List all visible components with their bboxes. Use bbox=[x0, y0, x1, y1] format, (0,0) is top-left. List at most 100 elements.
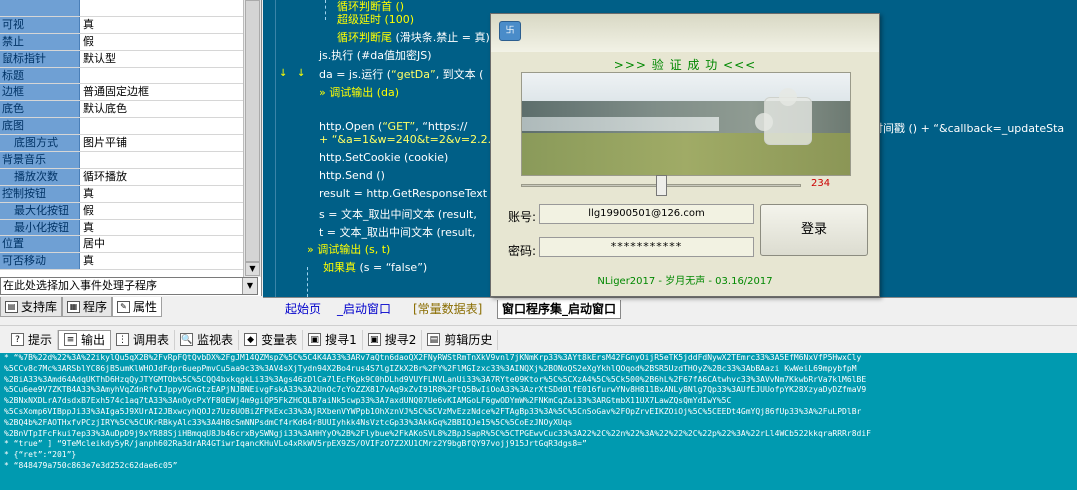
code-line[interactable]: http.SetCookie (cookie) bbox=[319, 151, 448, 171]
property-row[interactable]: 边框 普通固定边框 bbox=[0, 84, 243, 102]
code-line[interactable]: » 调试输出 (da) bbox=[319, 84, 399, 104]
code-fold-icon: » bbox=[319, 86, 330, 99]
scroll-thumb[interactable] bbox=[245, 0, 260, 262]
property-row[interactable]: 底色 默认底色 bbox=[0, 101, 243, 119]
output-toolbar: ? 提示 ≡ 输出 ⋮ 调用表 🔍 监视表 ◆ 变量表 ▣ 搜寻1 ▣ 搜寻2 ▤ 剪辑历史 bbox=[0, 325, 1077, 353]
code-line[interactable]: http.Send () bbox=[319, 169, 385, 189]
output-icon: ≡ bbox=[64, 333, 78, 346]
chevron-down-icon[interactable]: ▼ bbox=[242, 278, 257, 294]
property-value[interactable]: 真 bbox=[80, 186, 243, 202]
property-value[interactable] bbox=[80, 118, 243, 134]
property-row[interactable]: 位置 居中 bbox=[0, 236, 243, 254]
property-value[interactable]: 真 bbox=[80, 17, 243, 33]
tab-support-library[interactable]: ▤ 支持库 bbox=[0, 297, 63, 317]
tab-label: 程序 bbox=[83, 300, 108, 314]
property-row[interactable]: 最大化按钮假 bbox=[0, 202, 243, 220]
property-name: 底图方式 bbox=[0, 135, 80, 152]
code-line[interactable]: js.执行 (#da值加密JS) bbox=[319, 47, 432, 67]
tab-variables[interactable]: ◆ 变量表 bbox=[239, 329, 304, 350]
login-window[interactable]: 卐 >>> 验 证 成 功 <<< 234 账号: llg19900501@12… bbox=[490, 13, 880, 297]
tab-window-module[interactable]: 窗口程序集_启动窗口 bbox=[497, 300, 622, 319]
loop-guide bbox=[325, 0, 326, 20]
tab-startup-window[interactable]: _启动窗口 bbox=[333, 300, 395, 319]
tab-search-2[interactable]: ▣ 搜寻2 bbox=[363, 329, 423, 350]
property-value[interactable]: 默认底色 bbox=[80, 101, 243, 117]
output-line: * “848479a750c863e7e3d252c62dae6c05” bbox=[4, 460, 178, 470]
tab-start-page[interactable]: 起始页 bbox=[281, 300, 325, 319]
property-value[interactable]: 真 bbox=[80, 253, 243, 269]
code-line[interactable]: 超级延时 (100) bbox=[337, 11, 414, 31]
tab-properties[interactable]: ✎ 属性 bbox=[112, 297, 163, 317]
code-line[interactable]: 如果真 (s = “false”) bbox=[323, 259, 427, 279]
code-line[interactable]: 循环判断尾 (滑块条.禁止 = 真) bbox=[337, 29, 490, 49]
property-row[interactable]: 背景音乐 bbox=[0, 152, 243, 169]
property-row[interactable]: 鼠标指针 默认型 bbox=[0, 50, 243, 68]
property-value[interactable] bbox=[80, 68, 243, 84]
code-line[interactable]: da = js.运行 (“getDa”, 到文本 ( bbox=[319, 66, 483, 86]
scroll-down-icon[interactable]: ▼ bbox=[245, 262, 260, 276]
property-value[interactable]: 循环播放 bbox=[80, 169, 243, 185]
editor-tabs: 起始页 _启动窗口 [常量数据表] 窗口程序集_启动窗口 bbox=[263, 297, 1077, 320]
password-input[interactable]: *********** bbox=[539, 237, 754, 257]
property-value[interactable] bbox=[80, 152, 243, 168]
property-name: 可否移动 bbox=[0, 253, 80, 270]
output-line: * “true” ] “9TeMcleikdy5yR/janph602Ra3dr… bbox=[4, 439, 587, 449]
property-value[interactable] bbox=[80, 0, 243, 16]
code-line[interactable]: » 调试输出 (s, t) bbox=[307, 241, 390, 261]
property-value[interactable]: 图片平铺 bbox=[80, 135, 243, 151]
code-line[interactable]: result = http.GetResponseText () bbox=[319, 187, 499, 207]
login-titlebar[interactable]: 卐 bbox=[491, 14, 879, 52]
captcha-slider-thumb[interactable] bbox=[655, 175, 667, 196]
property-value[interactable]: 真 bbox=[80, 220, 243, 236]
property-row[interactable]: 可否移动真 bbox=[0, 253, 243, 271]
property-row[interactable]: 控制按钮真 bbox=[0, 185, 243, 203]
code-text: (s = “false”) bbox=[356, 261, 428, 274]
property-value[interactable]: 普通固定边框 bbox=[80, 84, 243, 100]
code-text: http.Open ( bbox=[319, 120, 383, 133]
tab-watch[interactable]: 🔍 监视表 bbox=[175, 329, 240, 350]
code-fold-icon: » bbox=[307, 243, 318, 256]
property-row[interactable]: 可视真 bbox=[0, 16, 243, 34]
output-line: * “%7B%22d%22%3A%22ikylQu5qX2B%2FvRpFQtQ… bbox=[4, 353, 862, 362]
code-line[interactable]: + “&a=1&w=240&t=2&v=2.2.2” bbox=[319, 133, 504, 153]
tab-clip-history[interactable]: ▤ 剪辑历史 bbox=[422, 329, 499, 350]
account-input[interactable]: llg19900501@126.com bbox=[539, 204, 754, 224]
property-value[interactable]: 假 bbox=[80, 34, 243, 50]
property-row[interactable]: 禁止假 bbox=[0, 33, 243, 51]
event-handler-select[interactable]: 在此处选择加入事件处理子程序 ▼ bbox=[0, 277, 258, 295]
tab-label: 窗口程序集_启动窗口 bbox=[502, 302, 617, 316]
property-value[interactable]: 假 bbox=[80, 203, 243, 219]
property-value[interactable]: 默认型 bbox=[80, 51, 243, 67]
tab-label: 提示 bbox=[28, 333, 53, 347]
slider-value: 234 bbox=[811, 178, 831, 189]
library-icon: ▤ bbox=[5, 300, 18, 313]
tab-hint[interactable]: ? 提示 bbox=[6, 329, 59, 350]
property-row[interactable] bbox=[0, 0, 243, 17]
property-value[interactable]: 居中 bbox=[80, 236, 243, 252]
tab-constants-table[interactable]: [常量数据表] bbox=[409, 300, 486, 319]
property-row[interactable]: 底图方式 图片平铺 bbox=[0, 135, 243, 153]
property-row[interactable]: 底图 bbox=[0, 118, 243, 136]
property-name: 鼠标指针 bbox=[0, 50, 80, 67]
account-label: 账号: bbox=[508, 210, 537, 224]
watch-icon: 🔍 bbox=[180, 333, 194, 346]
login-button[interactable]: 登录 bbox=[760, 204, 868, 256]
code-keyword: 如果真 bbox=[323, 261, 356, 274]
property-row[interactable]: 播放次数 循环播放 bbox=[0, 168, 243, 186]
code-line[interactable]: s = 文本_取出中间文本 (result, bbox=[319, 206, 477, 226]
property-row[interactable]: 标题 bbox=[0, 67, 243, 85]
tab-label: 起始页 bbox=[285, 302, 322, 316]
property-panel: 可视真禁止假鼠标指针 默认型 标题 边框 普通固定边框 底色 默认底色 底图 底图方式 图片平铺背… bbox=[0, 0, 262, 296]
tab-label: 调用表 bbox=[133, 333, 170, 347]
tab-output[interactable]: ≡ 输出 bbox=[58, 329, 112, 350]
tab-program[interactable]: ▦ 程序 bbox=[62, 297, 113, 317]
tab-call-table[interactable]: ⋮ 调用表 bbox=[111, 329, 176, 350]
property-row[interactable]: 最小化按钮真 bbox=[0, 219, 243, 237]
footer-note: NLiger2017 - 岁月无声 - 03.16/2017 bbox=[597, 276, 773, 287]
tab-search-1[interactable]: ▣ 搜寻1 bbox=[303, 329, 363, 350]
output-line: %2BNxNXDLrA7dsdxB7Exh574c1aq7tA33%3AnOyc… bbox=[4, 396, 732, 406]
tab-label: 输出 bbox=[81, 333, 106, 347]
property-scrollbar[interactable]: ▲ ▼ bbox=[243, 0, 261, 277]
output-panel[interactable]: * “%7B%22d%22%3A%22ikylQu5qX2B%2FvRpFQtQ… bbox=[0, 353, 1077, 490]
step-arrow-icon: ↓ bbox=[297, 68, 306, 79]
